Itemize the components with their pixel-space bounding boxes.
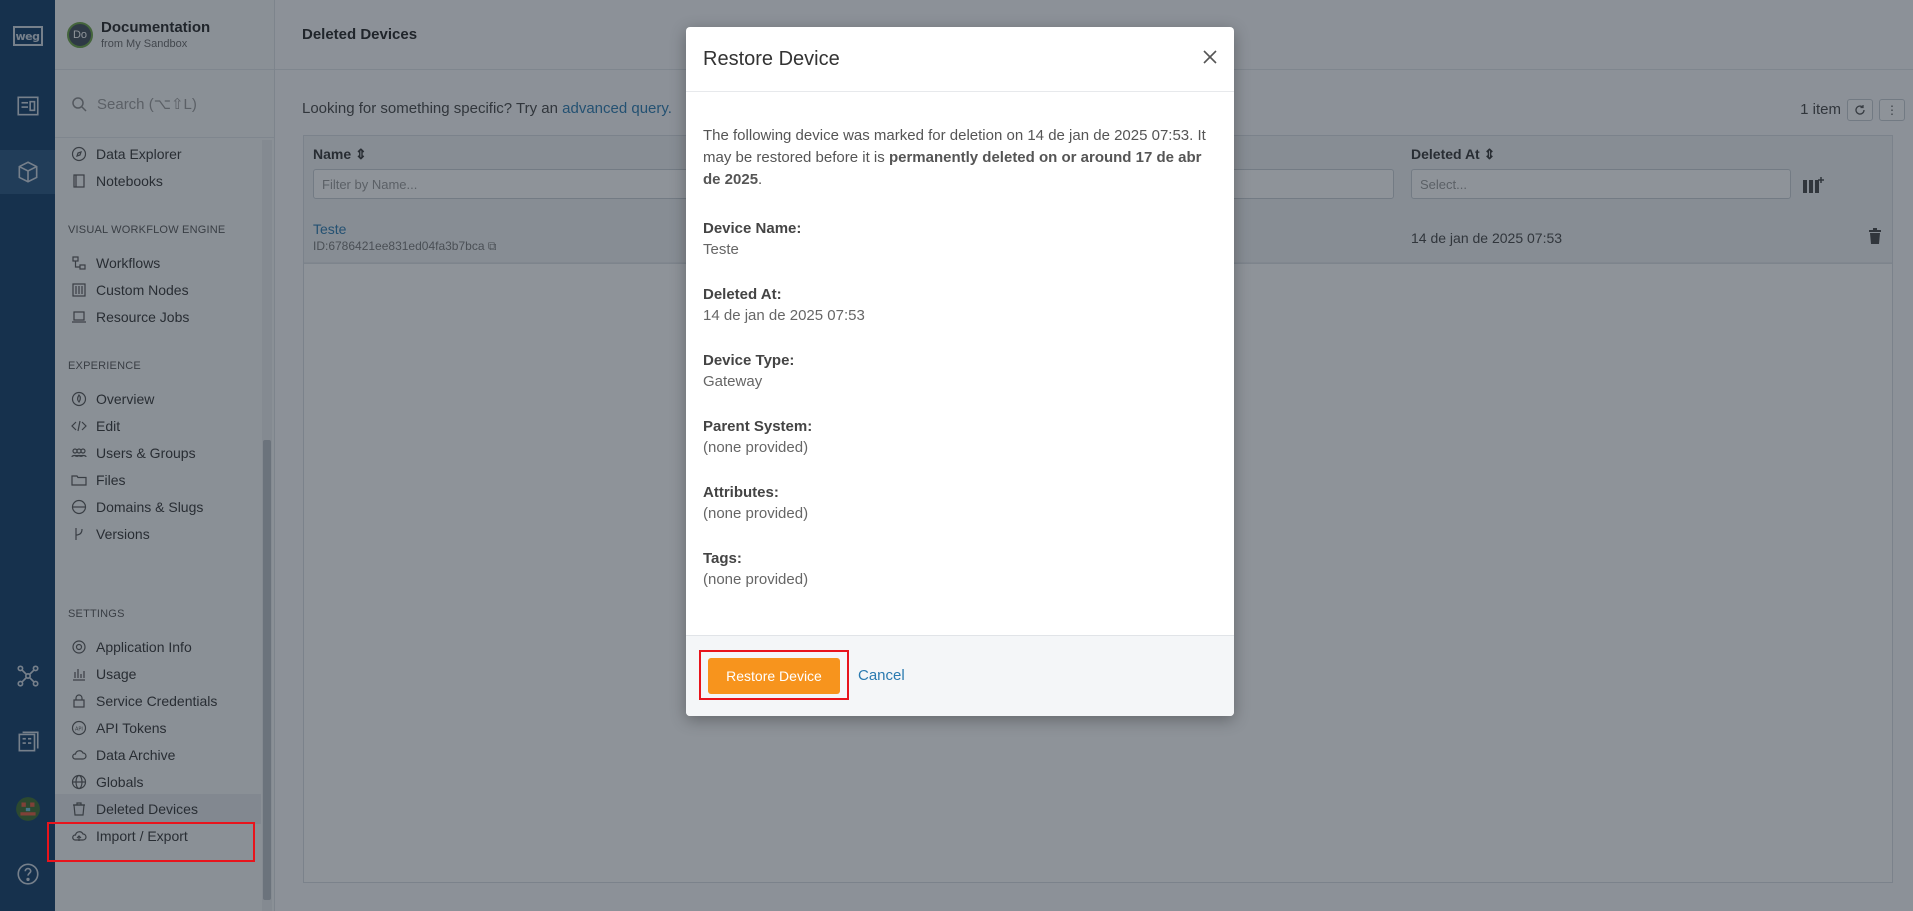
field-parent-system: Parent System: (none provided) [703, 418, 813, 456]
modal-intro: The following device was marked for dele… [703, 127, 1206, 188]
close-icon[interactable] [1200, 47, 1220, 67]
field-device-name: Device Name: Teste [703, 220, 802, 258]
modal-footer: Restore Device Cancel [686, 635, 1234, 716]
field-tags: Tags: (none provided) [703, 550, 809, 588]
restore-device-button[interactable]: Restore Device [708, 658, 840, 694]
cancel-link[interactable]: Cancel [858, 667, 905, 684]
restore-device-modal: Restore Device The following device was … [686, 27, 1234, 716]
modal-title: Restore Device [686, 27, 1234, 92]
field-deleted-at: Deleted At: 14 de jan de 2025 07:53 [703, 286, 865, 324]
field-device-type: Device Type: Gateway [703, 352, 795, 390]
field-attributes: Attributes: (none provided) [703, 484, 809, 522]
